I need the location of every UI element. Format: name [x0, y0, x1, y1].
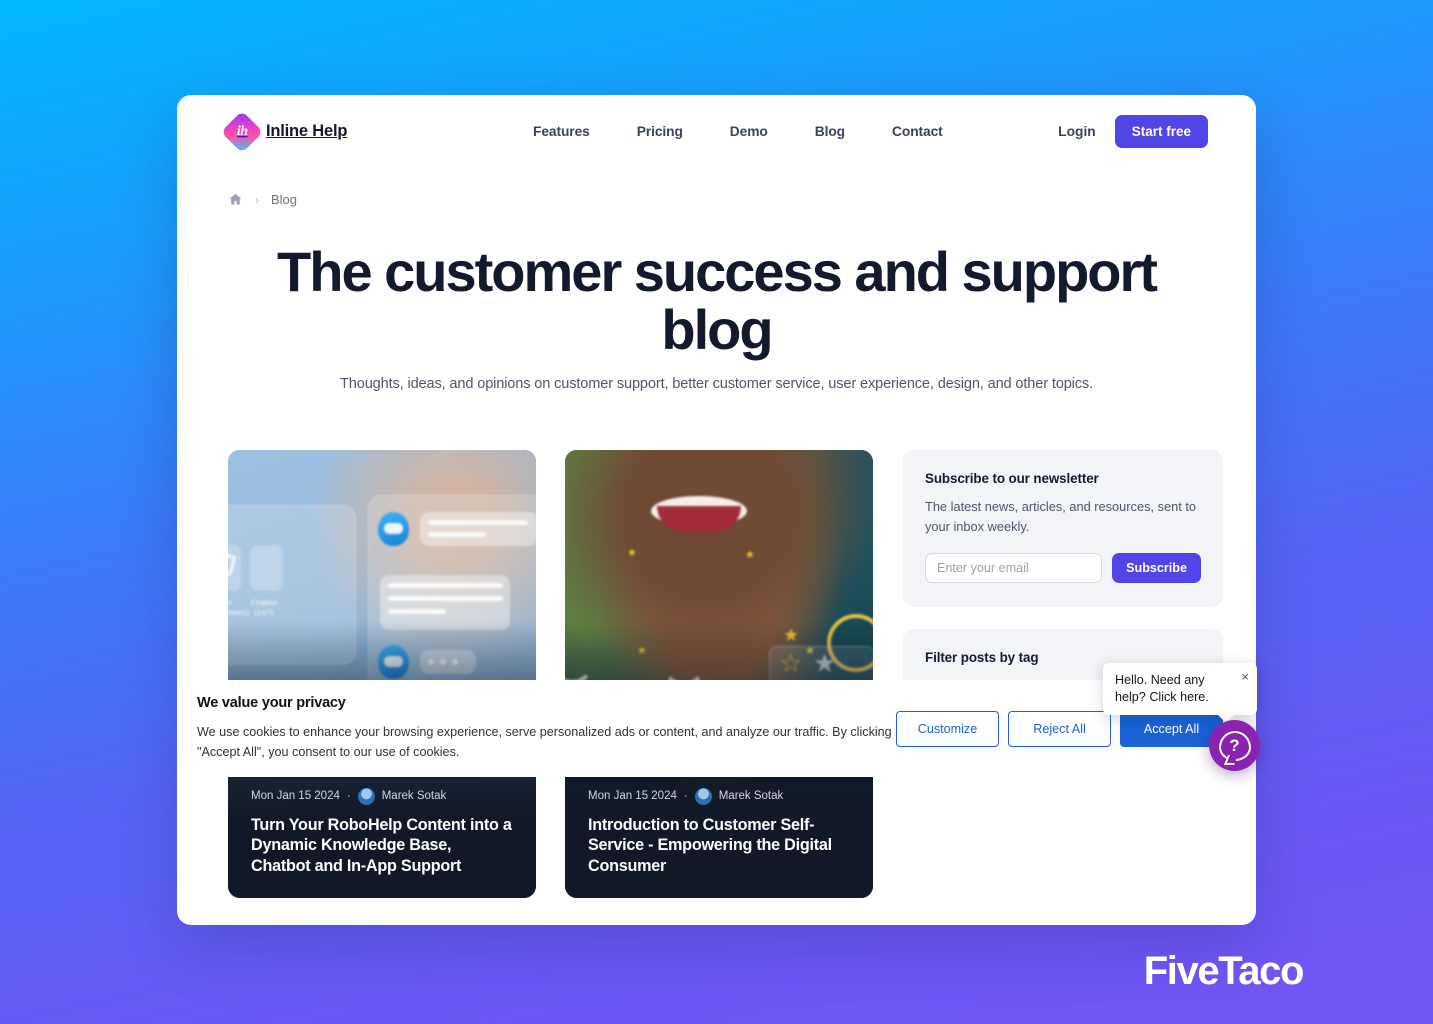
post-meta-separator: ·: [346, 790, 351, 803]
header-actions: Login Start free: [1058, 115, 1208, 148]
breadcrumb-separator: ›: [255, 192, 259, 207]
email-field[interactable]: [925, 553, 1103, 584]
newsletter-description: The latest news, articles, and resources…: [925, 499, 1196, 534]
post-date: Mon Jan 15 2024: [588, 790, 677, 803]
page-title: The customer success and support blog: [277, 240, 1158, 362]
post-meta: Mon Jan 15 2024 · Marek Sotak: [251, 787, 513, 805]
reject-all-button[interactable]: Reject All: [1008, 710, 1111, 747]
breadcrumb: › Blog: [177, 168, 1256, 207]
post-author: Marek Sotak: [381, 790, 447, 803]
cookie-text-wrap: We value your privacy We use cookies to …: [197, 695, 896, 763]
post-date: Mon Jan 15 2024: [251, 790, 340, 803]
post-meta: Mon Jan 15 2024 · Marek Sotak: [588, 787, 850, 805]
newsletter-form: Subscribe: [925, 553, 1201, 584]
help-chat-bubble-icon: ?: [1218, 730, 1251, 761]
chat-launcher-glyph: ?: [1229, 735, 1240, 755]
post-title[interactable]: Introduction to Customer Self-Service - …: [588, 815, 850, 877]
avatar: [357, 787, 375, 805]
post-author: Marek Sotak: [718, 790, 784, 803]
fivetaco-watermark: FiveTaco: [1143, 949, 1305, 993]
brand-name: Inline Help: [266, 122, 348, 140]
newsletter-title: Subscribe to our newsletter: [925, 471, 1099, 487]
nav-item-features[interactable]: Features: [533, 124, 590, 139]
blog-post-card[interactable]: ★ ★ ★ ★ ★ ★ ★: [565, 450, 873, 899]
cookie-banner-actions: Customize Reject All Accept All: [896, 710, 1223, 747]
nav-item-pricing[interactable]: Pricing: [637, 124, 683, 139]
inline-help-logo-icon: ih: [220, 110, 264, 153]
nav-item-demo[interactable]: Demo: [730, 124, 768, 139]
logo-glyph: ih: [236, 123, 248, 139]
browser-page-card: ih Inline Help Features Pricing Demo Blo…: [177, 95, 1256, 925]
site-header: ih Inline Help Features Pricing Demo Blo…: [177, 95, 1256, 168]
post-body: Mon Jan 15 2024 · Marek Sotak Introducti…: [588, 787, 850, 877]
cookie-banner-description: We use cookies to enhance your browsing …: [197, 724, 892, 759]
cookie-banner-title: We value your privacy: [197, 694, 346, 711]
hero-section: The customer success and support blog Th…: [177, 207, 1256, 392]
brand-logo[interactable]: ih Inline Help: [220, 110, 348, 153]
newsletter-card: Subscribe to our newsletter The latest n…: [903, 450, 1223, 608]
blog-post-card[interactable]: Phone(Opening Hours) Chatbot(24/7): [228, 450, 536, 899]
post-body: Mon Jan 15 2024 · Marek Sotak Turn Your …: [251, 787, 513, 877]
accept-all-button[interactable]: Accept All: [1120, 710, 1223, 747]
login-link[interactable]: Login: [1058, 124, 1096, 139]
page-subtitle: Thoughts, ideas, and opinions on custome…: [340, 376, 1093, 393]
close-icon[interactable]: ×: [1241, 670, 1249, 683]
main-navigation: Features Pricing Demo Blog Contact: [533, 124, 943, 139]
home-icon[interactable]: [228, 192, 243, 207]
content-area: Phone(Opening Hours) Chatbot(24/7): [177, 392, 1256, 925]
customize-button[interactable]: Customize: [896, 710, 999, 747]
breadcrumb-current[interactable]: Blog: [271, 192, 297, 207]
nav-item-blog[interactable]: Blog: [815, 124, 845, 139]
chat-tooltip: Hello. Need any help? Click here. ×: [1103, 663, 1257, 725]
subscribe-button[interactable]: Subscribe: [1112, 553, 1201, 584]
chat-launcher-button[interactable]: ?: [1209, 720, 1260, 771]
start-free-button[interactable]: Start free: [1114, 115, 1208, 148]
nav-item-contact[interactable]: Contact: [892, 124, 943, 139]
post-meta-separator: ·: [683, 790, 688, 803]
post-title[interactable]: Turn Your RoboHelp Content into a Dynami…: [251, 815, 513, 877]
avatar: [694, 787, 712, 805]
cookie-consent-banner: We value your privacy We use cookies to …: [177, 680, 1256, 777]
chat-tooltip-text: Hello. Need any help? Click here.: [1115, 673, 1209, 704]
